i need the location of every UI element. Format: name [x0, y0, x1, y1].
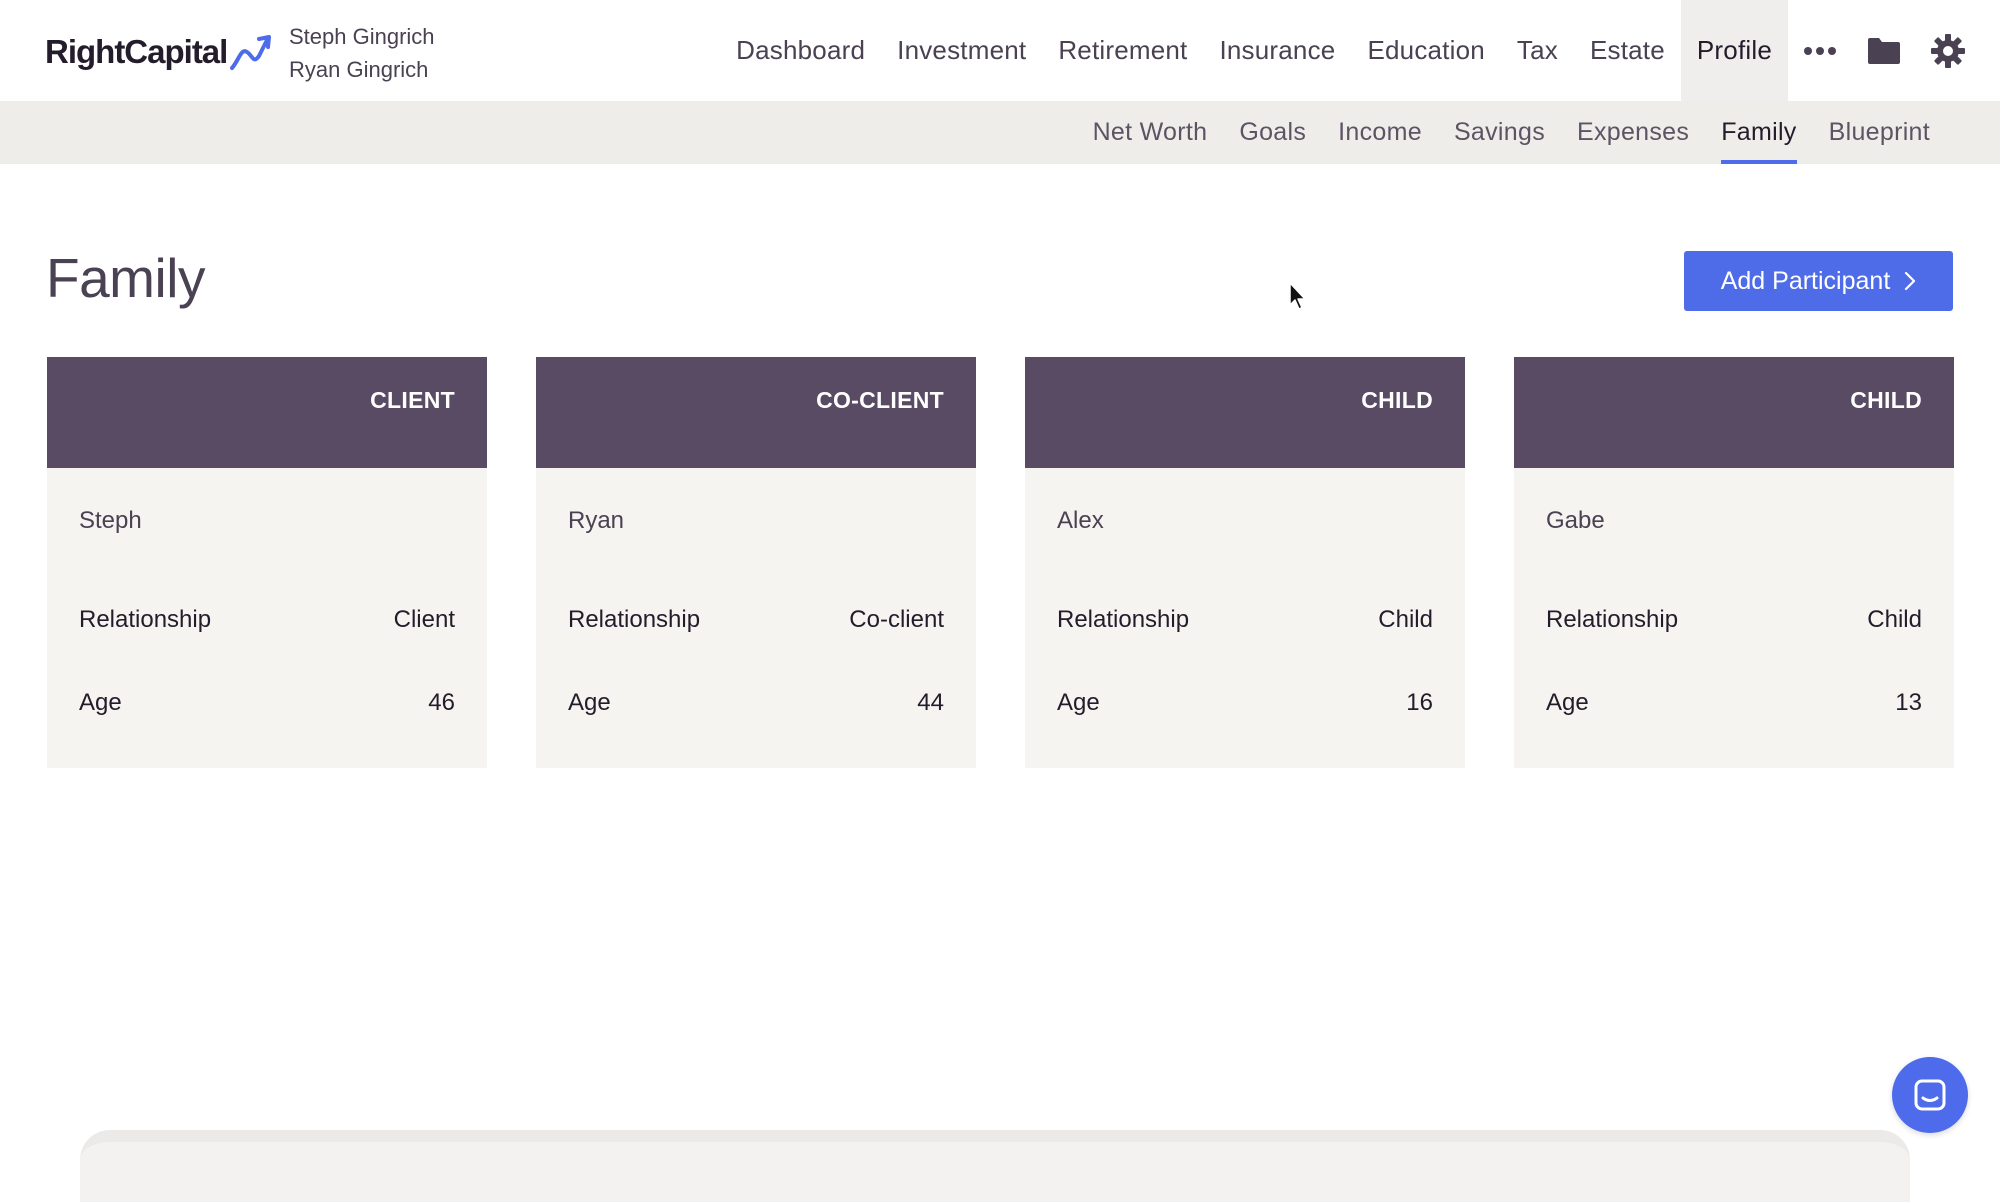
tab-family[interactable]: Family: [1705, 101, 1812, 164]
bottom-panel-edge: [80, 1130, 1910, 1202]
relationship-row: Relationship Child: [1546, 606, 1922, 634]
chevron-right-icon: [1905, 271, 1916, 291]
mouse-cursor-icon: [1289, 282, 1306, 310]
nav-profile[interactable]: Profile: [1680, 0, 1788, 101]
more-icon[interactable]: [1788, 0, 1852, 101]
nav-tax[interactable]: Tax: [1501, 0, 1574, 101]
age-label: Age: [1057, 689, 1100, 716]
relationship-value: Child: [1867, 606, 1922, 633]
chat-launcher-button[interactable]: [1892, 1057, 1968, 1133]
card-role: CHILD: [1514, 357, 1954, 468]
tab-income[interactable]: Income: [1322, 101, 1438, 164]
member-name: Gabe: [1546, 507, 1605, 534]
relationship-row: Relationship Child: [1057, 606, 1433, 634]
add-participant-label: Add Participant: [1720, 266, 1891, 295]
tab-expenses[interactable]: Expenses: [1561, 101, 1705, 164]
age-row: Age 46: [79, 689, 455, 717]
logo-arrow-icon: [230, 35, 272, 70]
member-name: Steph: [79, 507, 142, 534]
main-nav: Dashboard Investment Retirement Insuranc…: [720, 0, 2000, 101]
nav-retirement[interactable]: Retirement: [1042, 0, 1203, 101]
household-names: Steph Gingrich Ryan Gingrich: [289, 20, 435, 86]
tab-blueprint[interactable]: Blueprint: [1813, 101, 1946, 164]
card-role: CLIENT: [47, 357, 487, 468]
page-title: Family: [46, 247, 205, 309]
age-value: 46: [428, 689, 455, 716]
relationship-row: Relationship Co-client: [568, 606, 944, 634]
rightcapital-logo[interactable]: RightCapital: [45, 30, 273, 74]
member-name: Ryan: [568, 507, 625, 534]
family-cards: CLIENT Steph Relationship Client Age 46 …: [47, 357, 1954, 768]
nav-education[interactable]: Education: [1351, 0, 1500, 101]
chat-icon: [1914, 1079, 1946, 1111]
relationship-row: Relationship Client: [79, 606, 455, 634]
nav-estate[interactable]: Estate: [1574, 0, 1681, 101]
relationship-value: Child: [1378, 606, 1433, 633]
family-card-alex[interactable]: CHILD Alex Relationship Child Age 16: [1025, 357, 1465, 768]
tab-savings[interactable]: Savings: [1438, 101, 1561, 164]
profile-sub-nav: Net Worth Goals Income Savings Expenses …: [1077, 101, 1946, 164]
gear-icon[interactable]: [1916, 0, 1980, 101]
card-role: CO-CLIENT: [536, 357, 976, 468]
relationship-label: Relationship: [1546, 606, 1679, 633]
age-label: Age: [1546, 689, 1589, 716]
nav-investment[interactable]: Investment: [881, 0, 1042, 101]
add-participant-button[interactable]: Add Participant: [1684, 251, 1953, 311]
age-row: Age 13: [1546, 689, 1922, 717]
sub-nav-bar: Net Worth Goals Income Savings Expenses …: [0, 101, 2000, 164]
tab-net-worth[interactable]: Net Worth: [1077, 101, 1224, 164]
family-card-ryan[interactable]: CO-CLIENT Ryan Relationship Co-client Ag…: [536, 357, 976, 768]
top-header: RightCapital Steph Gingrich Ryan Gingric…: [0, 0, 2000, 102]
member-name: Alex: [1057, 507, 1104, 534]
relationship-label: Relationship: [568, 606, 701, 633]
co-client-name: Ryan Gingrich: [289, 57, 429, 82]
logo-text: RightCapital: [45, 33, 228, 70]
relationship-value: Client: [393, 606, 455, 633]
age-label: Age: [79, 689, 122, 716]
nav-insurance[interactable]: Insurance: [1203, 0, 1351, 101]
family-card-gabe[interactable]: CHILD Gabe Relationship Child Age 13: [1514, 357, 1954, 768]
age-value: 44: [917, 689, 944, 716]
tab-goals[interactable]: Goals: [1223, 101, 1322, 164]
card-role: CHILD: [1025, 357, 1465, 468]
age-row: Age 16: [1057, 689, 1433, 717]
age-label: Age: [568, 689, 611, 716]
relationship-label: Relationship: [79, 606, 212, 633]
nav-dashboard[interactable]: Dashboard: [720, 0, 881, 101]
folder-icon[interactable]: [1852, 0, 1916, 101]
client-name: Steph Gingrich: [289, 24, 435, 49]
age-value: 16: [1406, 689, 1433, 716]
age-value: 13: [1895, 689, 1922, 716]
relationship-label: Relationship: [1057, 606, 1190, 633]
age-row: Age 44: [568, 689, 944, 717]
relationship-value: Co-client: [849, 606, 944, 633]
family-card-steph[interactable]: CLIENT Steph Relationship Client Age 46: [47, 357, 487, 768]
